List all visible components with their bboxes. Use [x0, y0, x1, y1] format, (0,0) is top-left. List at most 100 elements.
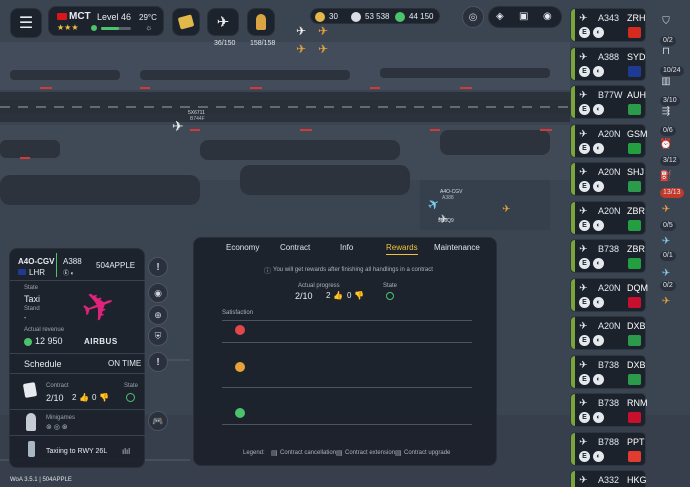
- departure-plane-icon: ✈: [579, 321, 588, 332]
- side-runway-icon[interactable]: ⇶: [655, 100, 677, 122]
- shield-button[interactable]: ⛨: [148, 326, 168, 346]
- satisfaction-divider: [222, 342, 472, 343]
- warning-button[interactable]: !: [148, 352, 168, 372]
- side-count-badge: 13/13: [660, 188, 684, 198]
- alert-icon: !: [156, 261, 160, 273]
- flight-strip[interactable]: ✈ B738 ZBR E ◐: [570, 239, 646, 273]
- tab-rewards[interactable]: Rewards: [386, 243, 418, 255]
- flight-strip[interactable]: ✈ B77W AUH E ◐: [570, 85, 646, 119]
- economy-service-icon: E: [579, 258, 590, 269]
- layers-icon[interactable]: ◈: [496, 11, 504, 22]
- flight-strip[interactable]: ✈ A20N DQM E ◐: [570, 277, 648, 312]
- contract-bad-count: 0: [92, 393, 97, 402]
- tab-maintenance[interactable]: Maintenance: [434, 243, 480, 252]
- gamepad-button[interactable]: 🎮: [148, 411, 168, 431]
- star-coin-icon: [315, 12, 325, 22]
- flight-strip[interactable]: ✈ A20N DXB E ◐: [570, 316, 646, 350]
- flight-strip[interactable]: ✈ A343 ZRH E ◐: [570, 8, 646, 42]
- flights-button[interactable]: ✈: [207, 8, 239, 36]
- tab-economy[interactable]: Economy: [226, 243, 259, 252]
- economy-service-icon: E: [579, 450, 590, 462]
- extension-icon: ▤: [336, 450, 343, 457]
- catering-service-icon: ◐: [593, 27, 604, 38]
- flight-destination: RNM: [627, 398, 648, 408]
- side-gate-icon[interactable]: ⊓: [655, 40, 677, 62]
- flight-aircraft-type: B77W: [598, 90, 623, 100]
- cargo-button[interactable]: [172, 8, 200, 36]
- map-aircraft-icon[interactable]: ✈: [502, 204, 510, 215]
- state-neutral-face-icon: [126, 393, 135, 402]
- flight-status-bar: [571, 47, 575, 80]
- audio-wave-icon[interactable]: ılıl: [122, 447, 130, 456]
- catering-service-icon: ◐: [593, 296, 604, 308]
- flight-aircraft-type: A20N: [598, 282, 621, 293]
- flight-aircraft-type: B738: [598, 359, 620, 370]
- departure-plane-icon: ✈: [661, 295, 671, 307]
- flight-strip[interactable]: ✈A332HKGE◐: [570, 470, 647, 487]
- airport-info[interactable]: MCT Level 46 ★★★ 29°C ☼: [48, 6, 164, 36]
- flight-strip[interactable]: ✈ A388 SYD E ◐: [570, 46, 646, 81]
- map-aircraft-icon[interactable]: ✈: [318, 24, 328, 38]
- arrival-plane-icon: ✈: [661, 203, 671, 215]
- map-aircraft-icon[interactable]: ✈: [318, 42, 328, 56]
- economy-service-icon: E: [579, 296, 590, 308]
- flight-strip[interactable]: ✈ B738 DXB E ◐: [570, 354, 646, 389]
- side-arrival-icon[interactable]: ✈: [655, 198, 677, 220]
- flight-services: E ◐: [579, 412, 604, 423]
- legend-label: Legend:: [243, 450, 265, 456]
- flight-status-bar: [571, 471, 575, 487]
- destination-flag-icon: [628, 373, 641, 385]
- target-button[interactable]: ⊕: [148, 305, 168, 325]
- departure-plane-icon: ✈: [579, 90, 588, 101]
- minigame-icons: ⊚ ◎ ⊛: [46, 424, 68, 431]
- flight-services: E ◐: [579, 27, 604, 38]
- destination-flag-icon: [628, 181, 641, 192]
- side-fuel-icon[interactable]: ⛽: [655, 165, 677, 187]
- flight-status-bar: [571, 278, 575, 311]
- eye-icon[interactable]: ◉: [543, 11, 552, 22]
- departure-plane-icon: ✈: [579, 398, 588, 409]
- economy-service-icon: E: [579, 373, 590, 385]
- staff-button[interactable]: [247, 8, 275, 36]
- state-label: State: [383, 283, 398, 289]
- camera-icon[interactable]: ▣: [519, 11, 528, 22]
- side-arrival2-icon[interactable]: ✈: [655, 230, 677, 252]
- departure-plane-icon: ✈: [579, 436, 588, 448]
- side-departure2-icon[interactable]: ✈: [655, 290, 677, 312]
- menu-button[interactable]: ☰: [10, 8, 42, 38]
- departure-plane-icon: ✈: [579, 359, 588, 371]
- flight-destination: AUH: [627, 90, 647, 100]
- flight-services: E ◐: [579, 104, 604, 115]
- map-aircraft-icon[interactable]: ✈: [296, 42, 306, 56]
- flight-aircraft-type: B738: [598, 244, 620, 254]
- xp-progress-bar: [101, 27, 131, 30]
- side-alarm-icon[interactable]: ⏰: [655, 133, 677, 155]
- state-value: Taxi: [24, 294, 41, 304]
- flight-strip[interactable]: ✈ B788 PPT E ◐: [570, 431, 646, 466]
- aircraft-type: A388: [63, 257, 82, 266]
- departure-plane-icon: ✈: [579, 244, 588, 255]
- tab-contract[interactable]: Contract: [280, 243, 310, 252]
- follow-button[interactable]: ◉: [148, 283, 168, 303]
- radar-button[interactable]: ◎: [462, 6, 484, 28]
- flight-strip[interactable]: ✈ A20N GSM E ◐: [570, 123, 648, 158]
- flight-services: E ◐: [579, 65, 604, 77]
- gamepad-icon: 🎮: [152, 415, 164, 426]
- tab-info[interactable]: Info: [340, 243, 353, 252]
- target-icon: ⊕: [154, 309, 162, 320]
- economy-service-icon: E: [579, 142, 590, 154]
- fuel-bottle-icon: [28, 441, 35, 457]
- filter-button[interactable]: ⛉: [655, 10, 677, 32]
- flight-aircraft-type: A332: [598, 475, 620, 485]
- flight-strip[interactable]: ✈ A20N ZBR E ◐: [570, 200, 646, 235]
- flight-strip[interactable]: ✈ A20N SHJ E ◐: [570, 162, 646, 196]
- staff-count: 158/158: [250, 40, 276, 47]
- side-stand-icon[interactable]: ▥: [655, 70, 677, 92]
- flight-status-bar: [571, 124, 575, 157]
- side-departure-icon[interactable]: ✈: [655, 262, 677, 284]
- map-aircraft-icon[interactable]: ✈: [296, 24, 306, 38]
- info-button[interactable]: !: [148, 257, 168, 277]
- flight-strip[interactable]: ✈ B738 RNM E ◐: [570, 393, 648, 427]
- catering-service-icon: ◐: [593, 219, 604, 231]
- map-aircraft-icon[interactable]: ✈: [172, 118, 184, 135]
